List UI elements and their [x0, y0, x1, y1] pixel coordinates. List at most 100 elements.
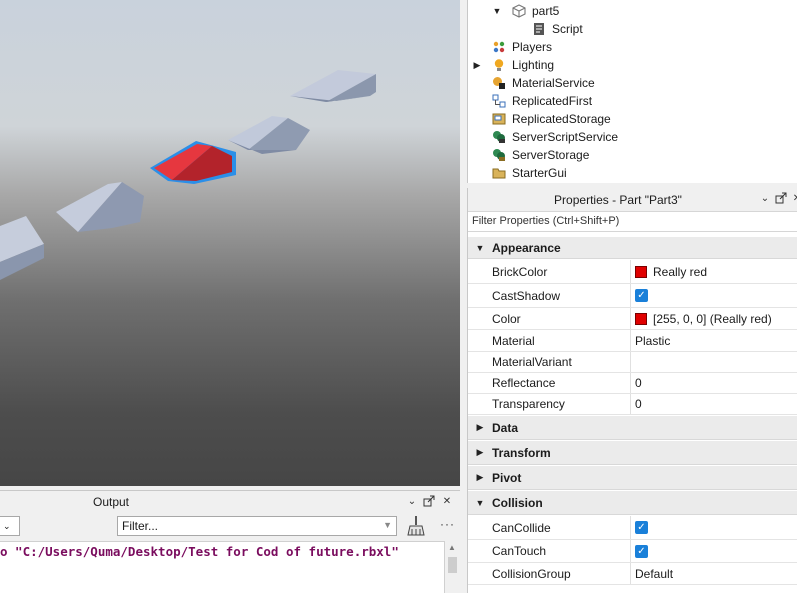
property-castshadow[interactable]: CastShadow ✓: [468, 284, 797, 308]
properties-title: Properties - Part "Part3": [554, 193, 682, 207]
close-icon[interactable]: ✕: [790, 192, 797, 206]
part-cube-icon: [512, 4, 526, 18]
wedge-part-far[interactable]: [290, 70, 376, 102]
output-log-line: o "C:/Users/Quma/Desktop/Test for Cod of…: [0, 544, 399, 559]
color-swatch[interactable]: [635, 312, 647, 325]
property-value[interactable]: 0: [631, 376, 642, 390]
property-transparency[interactable]: Transparency 0: [468, 394, 797, 415]
script-icon: [532, 22, 546, 36]
close-icon[interactable]: ✕: [440, 495, 454, 509]
tree-item-replicatedfirst[interactable]: ReplicatedFirst: [492, 92, 592, 110]
tree-item-serverstorage[interactable]: ServerStorage: [492, 146, 589, 164]
category-pivot[interactable]: ▶ Pivot: [468, 466, 797, 490]
tree-item-part5[interactable]: ▼ part5: [492, 2, 560, 20]
property-name: BrickColor: [468, 260, 631, 283]
tree-item-label: ReplicatedFirst: [512, 94, 593, 108]
property-brickcolor[interactable]: BrickColor Really red: [468, 260, 797, 284]
collapse-arrow-icon[interactable]: ▶: [472, 60, 482, 71]
wedge-part-3[interactable]: [56, 182, 144, 232]
output-filter-input[interactable]: Filter... ▼: [117, 516, 397, 536]
castshadow-checkbox[interactable]: ✓: [635, 289, 648, 302]
property-name: Reflectance: [468, 373, 631, 393]
property-color[interactable]: Color [255, 0, 0] (Really red): [468, 308, 797, 330]
undock-icon[interactable]: [422, 495, 436, 509]
material-service-icon: [492, 76, 506, 90]
wedge-part-2[interactable]: [228, 116, 310, 154]
property-collisiongroup[interactable]: CollisionGroup Default: [468, 563, 797, 585]
category-label: Transform: [492, 445, 551, 460]
starter-gui-icon: [492, 166, 506, 180]
output-panel: Output ⌄ ✕ ⌄ Filter... ▼ ··· o "C:/Users…: [0, 490, 460, 593]
output-source-dropdown[interactable]: ⌄: [0, 516, 20, 536]
properties-titlebar: Properties - Part "Part3" ⌄ ✕: [468, 188, 797, 212]
tree-item-label: ServerScriptService: [512, 130, 619, 144]
tree-item-label: Players: [512, 40, 553, 54]
wedge-part-near[interactable]: [0, 216, 44, 280]
replicated-first-icon: [492, 94, 506, 108]
replicated-storage-icon: [492, 112, 506, 126]
property-name: Transparency: [468, 394, 631, 414]
scroll-up-arrow-icon[interactable]: ▲: [448, 543, 456, 552]
category-label: Appearance: [492, 240, 561, 255]
selected-part-part3[interactable]: [150, 141, 236, 184]
cancollide-checkbox[interactable]: ✓: [635, 521, 648, 534]
scrollbar-thumb[interactable]: [448, 557, 457, 573]
tree-item-script[interactable]: Script: [532, 20, 583, 38]
property-value[interactable]: 0: [631, 397, 642, 411]
output-title: Output: [92, 495, 130, 509]
tree-item-lighting[interactable]: ▶ Lighting: [472, 56, 555, 74]
output-log[interactable]: o "C:/Users/Quma/Desktop/Test for Cod of…: [0, 541, 444, 593]
properties-filter-input[interactable]: Filter Properties (Ctrl+Shift+P): [468, 212, 797, 232]
category-label: Collision: [492, 495, 543, 510]
cantouch-checkbox[interactable]: ✓: [635, 544, 648, 558]
property-reflectance[interactable]: Reflectance 0: [468, 373, 797, 394]
chevron-down-icon[interactable]: ▼: [383, 520, 392, 530]
tree-item-startergui[interactable]: StarterGui: [492, 164, 567, 182]
undock-icon[interactable]: [774, 192, 788, 206]
output-filter-text: Filter...: [122, 519, 159, 533]
category-label: Data: [492, 420, 519, 435]
tree-item-label: MaterialService: [512, 76, 595, 90]
collapse-arrow-icon: ▶: [476, 422, 484, 432]
property-name: CanCollide: [468, 516, 631, 539]
property-value[interactable]: Default: [631, 567, 673, 581]
property-materialvariant[interactable]: MaterialVariant: [468, 352, 797, 373]
explorer-panel: ▼ part5 Script Players ▶ Lighting Materi…: [467, 0, 797, 183]
server-script-service-icon: [492, 130, 506, 144]
viewport-scene: [0, 70, 376, 280]
chevron-down-icon[interactable]: ⌄: [405, 495, 419, 509]
chevron-down-icon[interactable]: ⌄: [758, 192, 772, 206]
expand-arrow-icon[interactable]: ▼: [492, 6, 502, 16]
property-value[interactable]: [255, 0, 0] (Really red): [653, 312, 772, 326]
property-name: Color: [468, 308, 631, 329]
category-collision[interactable]: ▼ Collision: [468, 491, 797, 515]
tree-item-serverscriptservice[interactable]: ServerScriptService: [492, 128, 618, 146]
tree-item-label: Lighting: [512, 58, 555, 72]
expand-arrow-icon: ▼: [475, 242, 485, 253]
property-cancollide[interactable]: CanCollide ✓: [468, 516, 797, 540]
color-swatch[interactable]: [635, 265, 647, 278]
3d-viewport[interactable]: [0, 0, 460, 486]
output-scrollbar[interactable]: ▲: [444, 541, 460, 593]
output-titlebar: Output ⌄ ✕: [0, 491, 460, 513]
category-transform[interactable]: ▶ Transform: [468, 441, 797, 465]
category-appearance[interactable]: ▼ Appearance: [468, 237, 797, 259]
collapse-arrow-icon: ▶: [476, 472, 484, 482]
tree-item-label: Script: [552, 22, 583, 36]
property-name: Material: [468, 330, 631, 351]
players-icon: [492, 40, 506, 54]
tree-item-materialservice[interactable]: MaterialService: [492, 74, 595, 92]
category-data[interactable]: ▶ Data: [468, 416, 797, 440]
property-name: CollisionGroup: [468, 563, 631, 584]
tree-item-replicatedstorage[interactable]: ReplicatedStorage: [492, 110, 611, 128]
more-options-icon[interactable]: ···: [440, 517, 455, 531]
property-value[interactable]: Plastic: [631, 334, 670, 348]
property-cantouch[interactable]: CanTouch ✓: [468, 540, 797, 563]
property-value[interactable]: Really red: [653, 265, 707, 279]
lighting-bulb-icon: [492, 58, 506, 72]
tree-item-players[interactable]: Players: [492, 38, 552, 56]
property-material[interactable]: Material Plastic: [468, 330, 797, 352]
expand-arrow-icon: ▼: [475, 497, 485, 508]
properties-panel: Properties - Part "Part3" ⌄ ✕ Filter Pro…: [467, 188, 797, 593]
clear-output-broom-icon[interactable]: [406, 515, 426, 537]
